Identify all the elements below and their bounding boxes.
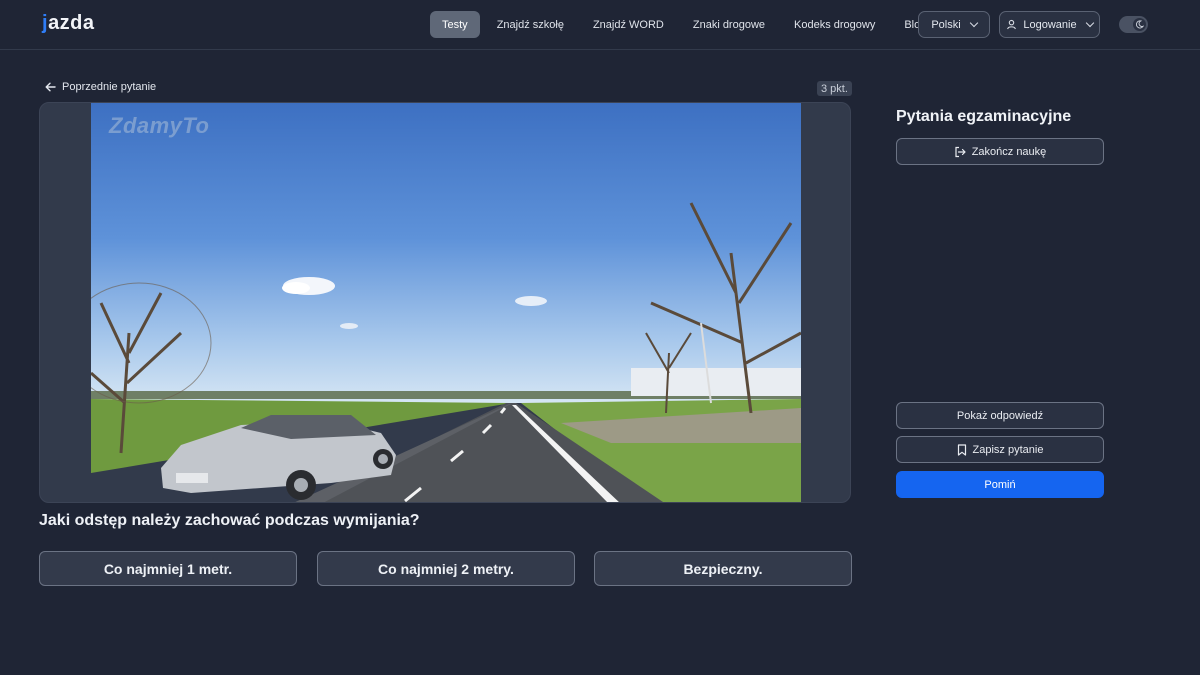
skip-label: Pomiń: [984, 478, 1016, 491]
show-answer-label: Pokaż odpowiedź: [956, 409, 1044, 422]
road-photo: ZdamyTo: [91, 103, 801, 502]
question-media: ZdamyTo: [39, 102, 851, 503]
answer-option-1[interactable]: Co najmniej 1 metr.: [39, 551, 297, 586]
previous-question-label: Poprzednie pytanie: [62, 81, 157, 93]
nav-item-znajdz-szkole[interactable]: Znajdź szkołę: [485, 11, 576, 38]
nav-item-znaki-drogowe[interactable]: Znaki drogowe: [681, 11, 777, 38]
answer-option-2[interactable]: Co najmniej 2 metry.: [317, 551, 575, 586]
main-nav: Testy Znajdź szkołę Znajdź WORD Znaki dr…: [430, 11, 938, 38]
sidebar-title: Pytania egzaminacyjne: [896, 108, 1072, 125]
moon-icon: [1133, 18, 1146, 31]
save-question-button[interactable]: Zapisz pytanie: [896, 436, 1104, 463]
user-icon: [1007, 19, 1017, 30]
points-badge: 3 pkt.: [817, 81, 852, 96]
skip-button[interactable]: Pomiń: [896, 471, 1104, 498]
finish-learning-label: Zakończ naukę: [971, 145, 1047, 158]
show-answer-button[interactable]: Pokaż odpowiedź: [896, 402, 1104, 429]
language-label: Polski: [931, 18, 961, 31]
arrow-left-icon: [45, 82, 56, 92]
watermark-logo: ZdamyTo: [109, 113, 210, 138]
chevron-down-icon: [1085, 18, 1094, 28]
top-bar: jazda Testy Znajdź szkołę Znajdź WORD Zn…: [0, 0, 1200, 50]
nav-item-kodeks-drogowy[interactable]: Kodeks drogowy: [782, 11, 887, 38]
nav-item-znajdz-word[interactable]: Znajdź WORD: [581, 11, 676, 38]
save-question-label: Zapisz pytanie: [972, 443, 1044, 456]
chevron-down-icon: [969, 18, 978, 28]
logout-icon: [955, 146, 966, 157]
bookmark-icon: [957, 443, 966, 456]
finish-learning-button[interactable]: Zakończ naukę: [896, 138, 1104, 165]
nav-item-testy[interactable]: Testy: [430, 11, 480, 38]
previous-question-link[interactable]: Poprzednie pytanie: [45, 81, 156, 93]
answer-option-3[interactable]: Bezpieczny.: [594, 551, 852, 586]
login-label: Logowanie: [1023, 18, 1077, 31]
logo[interactable]: jazda: [42, 12, 95, 35]
language-select[interactable]: Polski: [918, 11, 990, 38]
question-text: Jaki odstęp należy zachować podczas wymi…: [39, 512, 420, 529]
theme-toggle[interactable]: [1119, 16, 1148, 33]
login-button[interactable]: Logowanie: [999, 11, 1100, 38]
